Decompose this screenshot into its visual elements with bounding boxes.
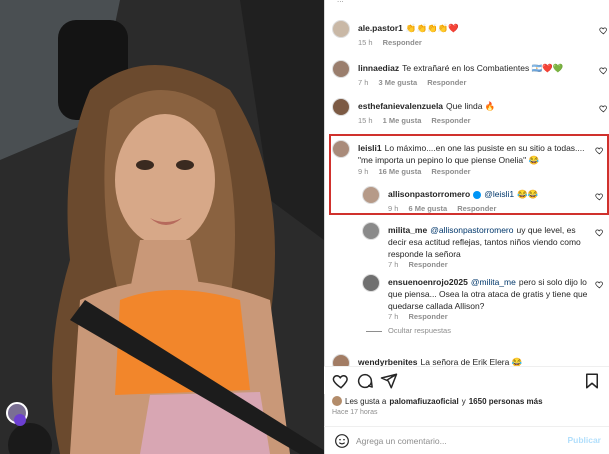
comment-text: Que linda 🔥	[446, 101, 496, 111]
reply-time: 9 h	[388, 204, 399, 213]
comment-likes[interactable]: 16 Me gusta	[378, 167, 421, 176]
comment-item-partial: wendyrbenites La señora de Erik Elera 😂	[332, 354, 608, 366]
avatar[interactable]	[362, 186, 380, 204]
comment-username[interactable]: leisli1	[358, 143, 382, 153]
comment-text: Te extrañaré en los Combatientes 🇦🇷❤️💚	[402, 63, 564, 73]
comment-time: 15 h	[358, 38, 373, 47]
avatar[interactable]	[332, 354, 350, 366]
bookmark-icon[interactable]	[583, 372, 601, 390]
avatar[interactable]	[332, 60, 350, 78]
reply-button[interactable]: Responder	[457, 204, 496, 213]
reply-mention[interactable]: @allisonpastorromero	[430, 225, 513, 235]
comment-time: 7 h	[358, 78, 369, 87]
heart-icon[interactable]	[595, 192, 604, 201]
comment-username[interactable]: wendyrbenites	[358, 357, 418, 366]
reply-username[interactable]: milita_me	[388, 225, 427, 235]
comment-username[interactable]: esthefanievalenzuela	[358, 101, 443, 111]
reply-item: ensuenoenrojo2025 @milita_me pero si solo …	[362, 274, 606, 322]
avatar[interactable]	[332, 140, 350, 158]
reply-mention[interactable]: @leisli1	[484, 189, 514, 199]
comment-likes[interactable]: 1 Me gusta	[383, 116, 422, 125]
reply-username[interactable]: allisonpastorromero	[388, 189, 470, 199]
likes-prefix: Les gusta a	[345, 396, 387, 406]
selfie-illustration	[0, 0, 324, 454]
comment-item: leisli1 Lo máximo....en one las pusiste e…	[332, 140, 606, 176]
comment-username[interactable]: linnaediaz	[358, 63, 399, 73]
avatar[interactable]	[362, 222, 380, 240]
emoji-icon[interactable]	[334, 433, 350, 449]
reply-username[interactable]: ensuenoenrojo2025	[388, 277, 468, 287]
reply-button[interactable]: Responder	[408, 260, 447, 269]
liker-username[interactable]: palomafiuzaoficial	[389, 397, 458, 406]
verified-icon	[473, 190, 482, 199]
comment-item: esthefanievalenzuela Que linda 🔥 15 h 1 Me…	[332, 98, 608, 128]
reply-time: 7 h	[388, 312, 399, 321]
post-photo[interactable]	[0, 0, 324, 454]
heart-icon[interactable]	[595, 146, 604, 155]
comment-input[interactable]	[356, 433, 556, 449]
reply-button[interactable]: Responder	[431, 116, 470, 125]
comment-time: 9 h	[358, 167, 369, 176]
reply-item: allisonpastorromero @leisli1 😂😂 9 h 6 Me gu…	[362, 186, 606, 214]
comment-time: 15 h	[358, 116, 373, 125]
post-button[interactable]: Publicar	[567, 435, 601, 445]
avatar[interactable]	[362, 274, 380, 292]
reply-button[interactable]: Responder	[427, 78, 466, 87]
action-bar	[324, 366, 609, 394]
reply-button[interactable]: Responder	[408, 312, 447, 321]
likes-summary: Les gusta a palomafiuzaoficial y 1650 pe…	[332, 396, 543, 406]
heart-icon[interactable]	[599, 66, 608, 75]
truncated-text: ...	[337, 0, 344, 4]
comment-text: La señora de Erik Elera 😂	[420, 357, 523, 366]
avatar[interactable]	[332, 20, 350, 38]
like-icon[interactable]	[332, 372, 350, 390]
reply-mention[interactable]: @milita_me	[471, 277, 516, 287]
comment-item: ale.pastor1 👏👏👏👏❤️ 15 h Responder	[332, 20, 608, 50]
reply-item: milita_me @allisonpastorromero uy que leve…	[362, 222, 606, 269]
heart-icon[interactable]	[595, 280, 604, 289]
comment-text: 👏👏👏👏❤️	[405, 23, 459, 33]
reply-likes[interactable]: 6 Me gusta	[408, 204, 447, 213]
comment-icon[interactable]	[356, 372, 374, 390]
heart-icon[interactable]	[595, 228, 604, 237]
reply-text: 😂😂	[517, 189, 539, 199]
heart-icon[interactable]	[599, 104, 608, 113]
post-time: Hace 17 horas	[332, 409, 378, 416]
comment-likes[interactable]: 3 Me gusta	[378, 78, 417, 87]
likes-connector: y	[461, 396, 466, 406]
comment-composer: Publicar	[324, 426, 609, 454]
reply-button[interactable]: Responder	[431, 167, 470, 176]
likes-count[interactable]: 1650 personas más	[469, 397, 543, 406]
reply-time: 7 h	[388, 260, 399, 269]
share-icon[interactable]	[380, 372, 398, 390]
comment-username[interactable]: ale.pastor1	[358, 23, 403, 33]
reply-button[interactable]: Responder	[383, 38, 422, 47]
heart-icon[interactable]	[599, 26, 608, 35]
hide-replies-button[interactable]: Ocultar respuestas	[366, 326, 451, 335]
avatar[interactable]	[332, 98, 350, 116]
liker-avatar[interactable]	[332, 396, 342, 406]
sticker-icon	[14, 414, 26, 426]
comment-item: linnaediaz Te extrañaré en los Combatient…	[332, 60, 608, 90]
comment-text: Lo máximo....en one las pusiste en su si…	[358, 143, 585, 165]
